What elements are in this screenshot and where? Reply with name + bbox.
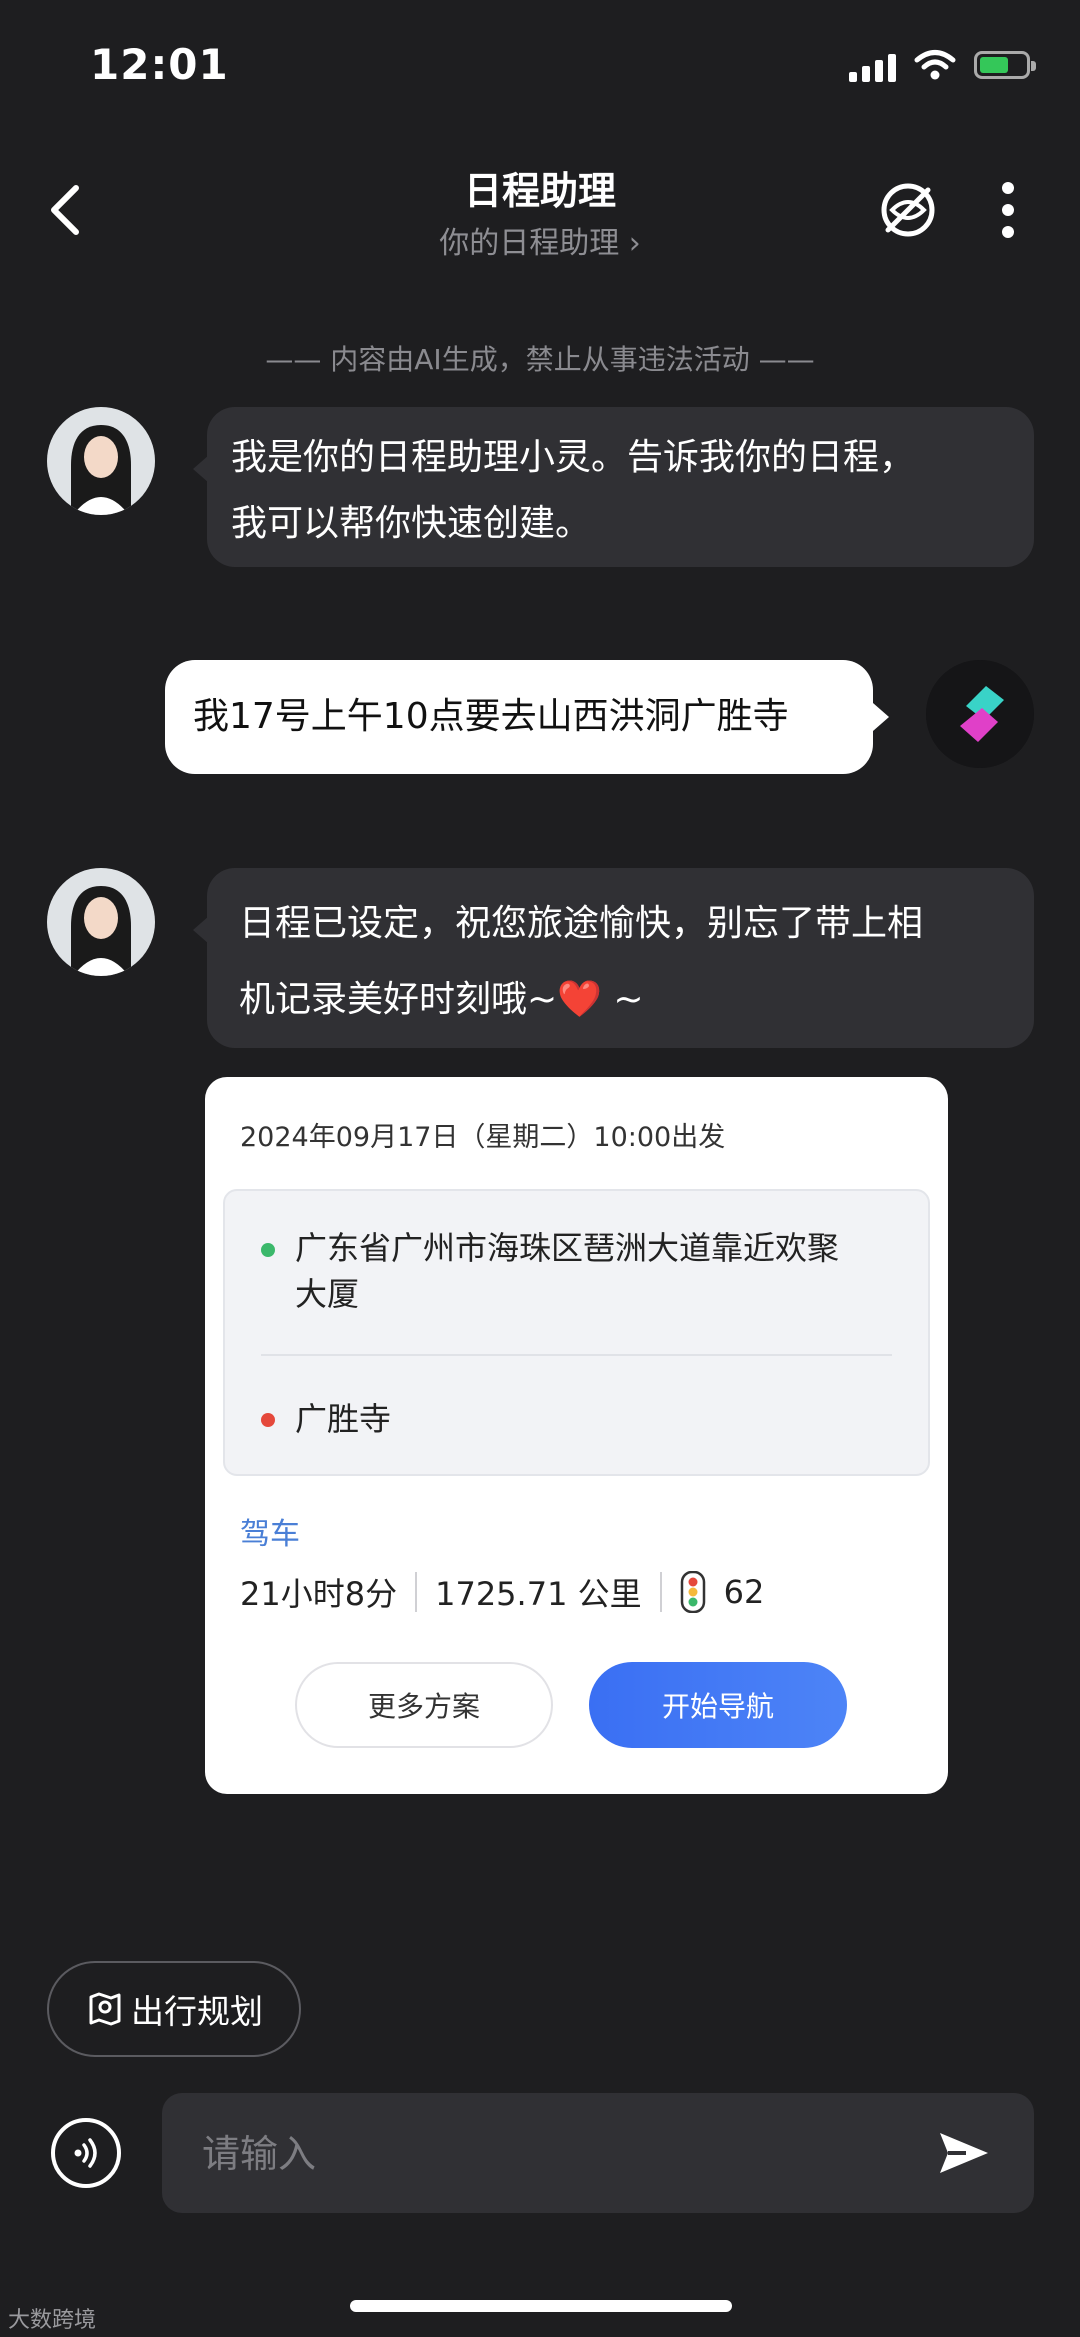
route-divider bbox=[261, 1354, 892, 1356]
watermark: 大数跨境 bbox=[8, 2308, 97, 2333]
more-vertical-icon[interactable] bbox=[994, 180, 1022, 240]
message-line: 我是你的日程助理小灵。告诉我你的日程， bbox=[231, 437, 916, 478]
route-card[interactable]: 2024年09月17日（星期二）10:00出发 广东省广州市海珠区琶洲大道靠近欢… bbox=[205, 1077, 948, 1794]
map-pin-icon bbox=[89, 1992, 121, 2026]
assistant-avatar[interactable] bbox=[47, 868, 155, 976]
user-avatar[interactable] bbox=[926, 660, 1034, 768]
user-message-text: 我17号上午10点要去山西洪洞广胜寺 bbox=[193, 696, 789, 737]
origin-dot-icon bbox=[261, 1243, 275, 1257]
message-input[interactable] bbox=[200, 2123, 884, 2185]
chevron-right-icon: › bbox=[628, 226, 641, 261]
ai-notice: —— 内容由AI生成，禁止从事违法活动 —— bbox=[265, 343, 815, 376]
hide-eye-icon[interactable] bbox=[878, 180, 938, 240]
user-message-bubble: 我17号上午10点要去山西洪洞广胜寺 bbox=[165, 660, 889, 774]
cellular-signal-icon bbox=[849, 48, 896, 82]
start-navigation-button[interactable]: 开始导航 bbox=[589, 1662, 847, 1748]
voice-wave-icon bbox=[74, 2138, 97, 2168]
traffic-light-icon bbox=[680, 1571, 705, 1613]
voice-input-button[interactable] bbox=[51, 2118, 121, 2188]
route-box: 广东省广州市海珠区琶洲大道靠近欢聚 大厦 广胜寺 bbox=[223, 1189, 930, 1476]
origin-address: 广东省广州市海珠区琶洲大道靠近欢聚 大厦 bbox=[295, 1229, 840, 1313]
assistant-avatar[interactable] bbox=[47, 407, 155, 515]
wifi-icon bbox=[914, 50, 956, 80]
route-stats: 21小时8分 1725.71 公里 62 bbox=[240, 1569, 764, 1615]
travel-duration: 21小时8分 bbox=[240, 1575, 398, 1613]
traffic-light-count: 62 bbox=[723, 1573, 765, 1611]
send-icon[interactable] bbox=[934, 2123, 994, 2183]
battery-icon bbox=[974, 51, 1036, 79]
more-options-button[interactable]: 更多方案 bbox=[295, 1662, 553, 1748]
departure-date: 2024年09月17日（星期二）10:00出发 bbox=[240, 1122, 726, 1153]
ai-notice-text: 内容由AI生成，禁止从事违法活动 bbox=[330, 343, 750, 376]
status-time: 12:01 bbox=[90, 40, 229, 89]
travel-distance: 1725.71 公里 bbox=[435, 1575, 642, 1613]
assistant-message-bubble: 日程已设定，祝您旅途愉快，别忘了带上相 机记录美好时刻哦~❤️ ~ bbox=[193, 868, 1034, 1048]
status-icons bbox=[849, 48, 1036, 82]
destination-dot-icon bbox=[261, 1413, 275, 1427]
trip-planning-chip[interactable]: 出行规划 bbox=[47, 1961, 301, 2057]
message-line: 日程已设定，祝您旅途愉快，别忘了带上相 bbox=[239, 903, 924, 944]
message-line: 我可以帮你快速创建。 bbox=[231, 503, 592, 544]
message-line: 机记录美好时刻哦~❤️ ~ bbox=[239, 979, 644, 1020]
trip-planning-label: 出行规划 bbox=[131, 1992, 263, 2031]
travel-mode-label[interactable]: 驾车 bbox=[240, 1509, 300, 1553]
home-indicator[interactable] bbox=[350, 2300, 732, 2312]
assistant-message-bubble: 我是你的日程助理小灵。告诉我你的日程， 我可以帮你快速创建。 bbox=[193, 407, 1034, 567]
message-input-container[interactable] bbox=[162, 2093, 1034, 2213]
subtitle-label: 你的日程助理 bbox=[439, 226, 620, 261]
destination-name: 广胜寺 bbox=[295, 1400, 392, 1438]
